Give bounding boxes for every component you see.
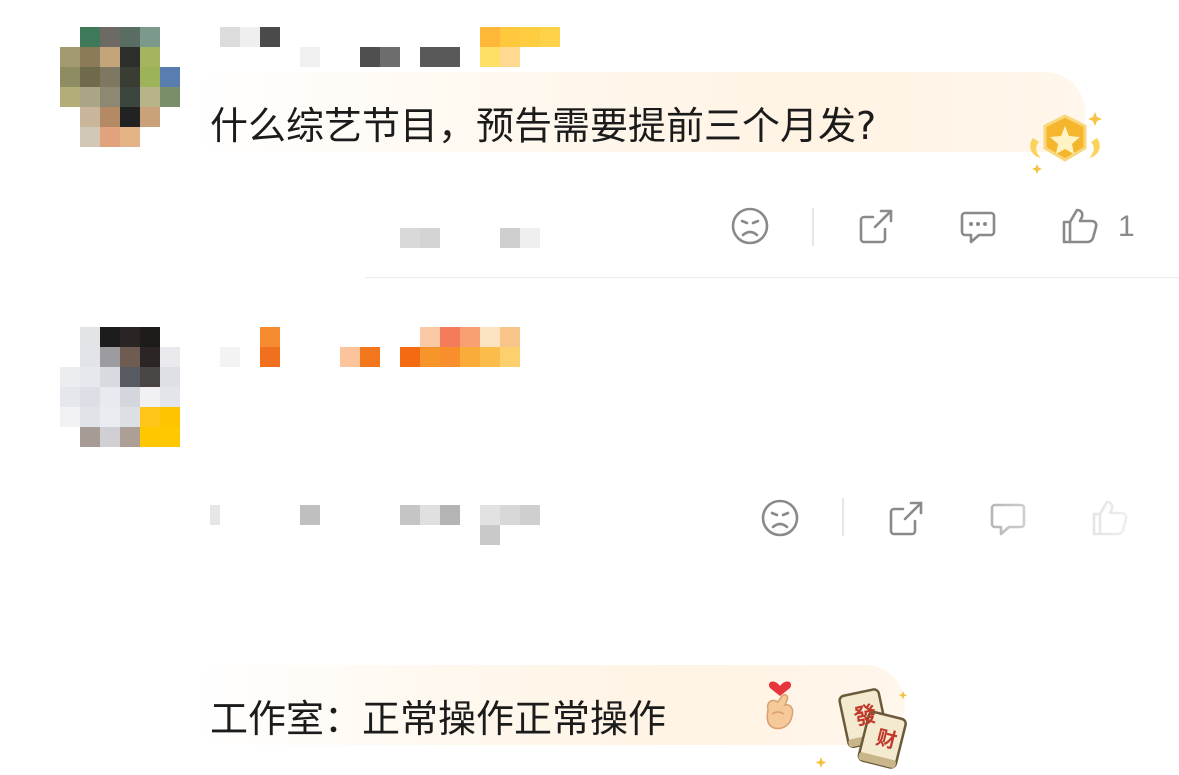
thumbs-up-icon (1062, 208, 1098, 244)
username-blurred-lower[interactable] (260, 347, 280, 367)
dislike-button[interactable] (727, 203, 773, 249)
username-blurred[interactable] (220, 27, 460, 67)
star-shield-medal-icon (1030, 112, 1102, 174)
comment-bubble-icon (960, 211, 996, 244)
share-button[interactable] (853, 203, 899, 249)
reply-button[interactable] (955, 203, 1001, 249)
comment-separator (365, 277, 1179, 278)
frown-face-icon (761, 499, 799, 537)
user-badge-blurred-lower (400, 347, 540, 367)
action-divider (812, 208, 814, 246)
timestamp-blurred (210, 505, 540, 525)
bottom-right-fade (929, 470, 1179, 566)
comment-text: 什么综艺节目，预告需要提前三个月发? (210, 104, 877, 148)
share-icon (889, 501, 923, 536)
share-button[interactable] (883, 495, 929, 541)
username-blurred[interactable] (220, 327, 380, 367)
user-badge-blurred-lower (480, 47, 560, 67)
like-button[interactable] (1057, 203, 1103, 249)
like-count: 1 (1118, 210, 1135, 243)
comment-item: 什么综艺节目，预告需要提前三个月发? 1 (0, 0, 1179, 278)
frown-face-icon (731, 207, 769, 245)
avatar[interactable] (60, 327, 180, 447)
share-icon (859, 209, 893, 244)
action-divider (842, 498, 844, 536)
timestamp-blurred (400, 228, 540, 248)
avatar[interactable] (60, 27, 180, 147)
dislike-button[interactable] (757, 495, 803, 541)
heart-finger-emoji-icon (766, 681, 794, 730)
comment-text: 工作室：正常操作正常操作 (210, 697, 667, 741)
timestamp-blurred-lower (480, 525, 500, 545)
